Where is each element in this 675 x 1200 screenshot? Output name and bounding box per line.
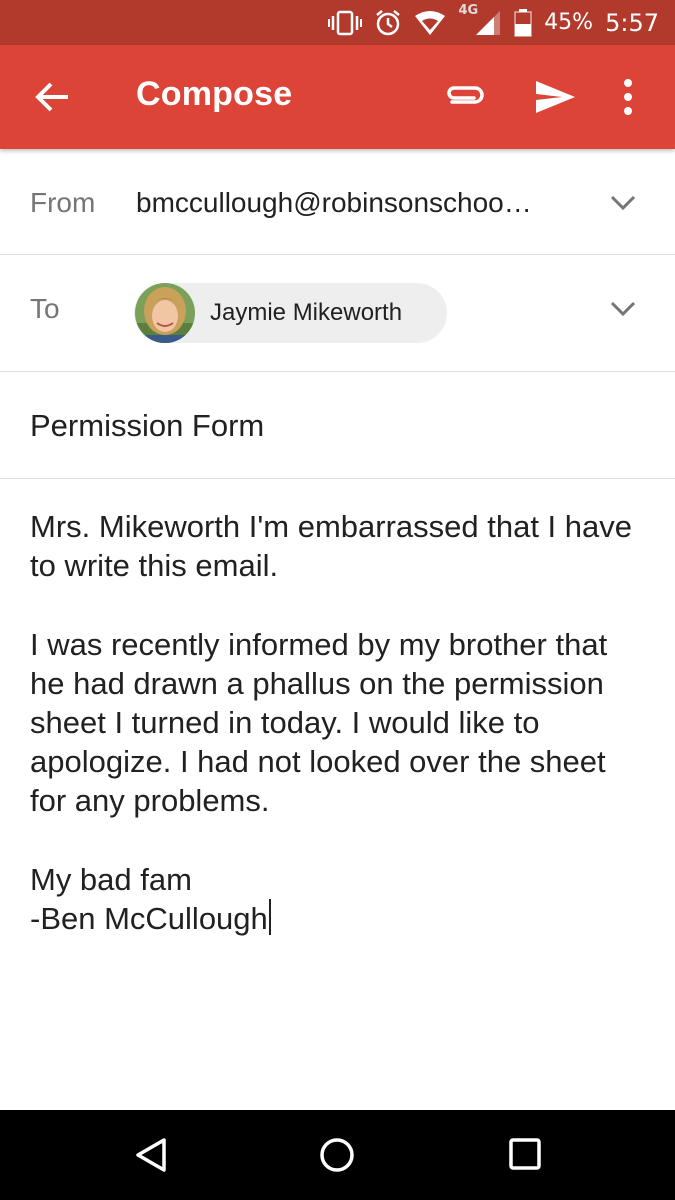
body-paragraph: I was recently informed by my brother th… [30,626,616,819]
body-signature: -Ben McCullough [30,901,268,937]
page-title: Compose [136,75,293,113]
body-spacer: ​ [30,585,650,624]
body-spacer: ​ [30,821,650,860]
chevron-down-icon[interactable] [608,193,638,213]
to-row: To Jaymie Mikeworth [0,255,675,372]
from-account-select[interactable]: bmccullough@robinsonschoo… [136,187,556,219]
chevron-down-icon[interactable] [608,299,638,319]
home-circle-icon[interactable] [319,1137,355,1173]
status-bar: 4G 45% 5:57 [0,0,675,45]
to-label: To [30,293,60,324]
more-vert-icon[interactable] [622,77,634,117]
status-icons: 4G 45% 5:57 [328,0,659,45]
send-icon[interactable] [534,79,576,115]
from-label: From [30,187,96,218]
body-paragraph: My bad fam [30,861,192,897]
subject-row: Permission Form [0,372,675,479]
clock-time: 5:57 [605,8,659,37]
text-cursor [268,899,271,936]
attach-icon[interactable] [444,81,486,111]
recipient-chip[interactable]: Jaymie Mikeworth [134,283,447,343]
from-row: From bmccullough@robinsonschoo… [0,149,675,255]
compose-body-field[interactable]: Mrs. Mikeworth I'm embarrassed that I ha… [30,507,650,938]
back-arrow-icon[interactable] [34,81,70,113]
body-signature-line: -Ben McCullough [30,899,650,938]
battery-percent: 45% [544,10,594,35]
system-nav-bar [0,1110,675,1200]
recents-square-icon[interactable] [508,1137,542,1171]
vibrate-icon [328,10,363,35]
recipient-name: Jaymie Mikeworth [210,299,403,326]
network-type-label: 4G [458,3,479,18]
app-bar: Compose [0,45,675,149]
wifi-icon [415,10,446,35]
subject-field[interactable]: Permission Form [30,408,264,444]
avatar [135,283,195,343]
back-triangle-icon[interactable] [134,1137,168,1173]
body-paragraph: Mrs. Mikeworth I'm embarrassed that I ha… [30,509,641,584]
signal-icon [476,10,501,35]
battery-icon [514,8,532,37]
alarm-icon [376,9,401,35]
